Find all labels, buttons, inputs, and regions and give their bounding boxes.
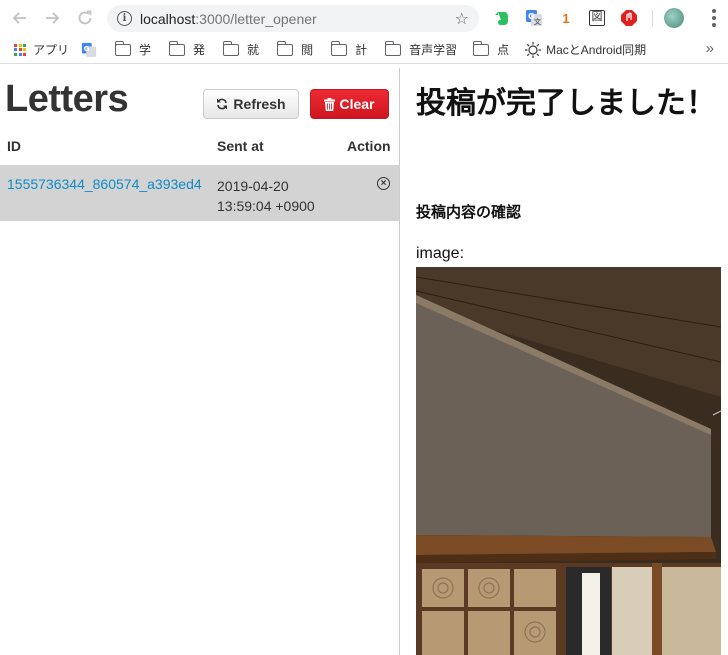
bookmark-apps[interactable]: アプリ — [8, 38, 75, 62]
bookmark-folder-3[interactable]: 就 — [217, 38, 265, 62]
browser-menu-icon[interactable] — [712, 9, 716, 27]
folder-icon — [222, 40, 240, 56]
letters-list-pane: Letters Refresh Clear ID Sent at Action … — [0, 68, 400, 655]
message-subheading: 投稿内容の確認 — [416, 203, 522, 221]
extension-zu-icon[interactable]: 図 — [587, 8, 607, 28]
folder-icon — [276, 40, 294, 56]
avatar[interactable] — [664, 8, 684, 28]
refresh-icon — [217, 98, 228, 110]
image-label: image: — [416, 245, 465, 262]
table-row[interactable]: 1555736344_860574_a393ed4 2019-04-20 13:… — [0, 165, 399, 221]
bookmark-mac-android[interactable]: MacとAndroid同期 — [519, 38, 652, 62]
message-heading: 投稿が完了しました！ — [416, 86, 716, 121]
clear-button[interactable]: Clear — [310, 89, 389, 119]
column-header-id: ID — [7, 138, 21, 154]
bookmark-folder-2[interactable]: 発 — [163, 38, 211, 62]
svg-text:G: G — [84, 43, 90, 52]
browser-toolbar: i localhost:3000/letter_opener ☆ G文 1 図 — [0, 0, 728, 36]
reload-icon — [78, 10, 92, 25]
bookmark-folder-4[interactable]: 閲 — [271, 38, 319, 62]
back-button[interactable] — [4, 2, 36, 34]
trash-icon — [324, 97, 336, 111]
refresh-button[interactable]: Refresh — [203, 89, 299, 119]
bookmarks-bar: アプリ G 学 発 就 閲 計 音声学習 点 MacとAndroid同期 » — [0, 36, 728, 64]
svg-text:文: 文 — [534, 17, 542, 26]
folder-icon — [168, 40, 186, 56]
bookmark-folder-7[interactable]: 点 — [467, 38, 515, 62]
forward-button[interactable] — [36, 2, 68, 34]
table-header: ID Sent at Action — [0, 138, 399, 165]
info-icon[interactable]: i — [117, 11, 132, 26]
bookmark-folder-1[interactable]: 学 — [109, 38, 157, 62]
bookmark-star-icon[interactable]: ☆ — [455, 9, 469, 29]
toolbar-divider — [652, 10, 653, 26]
column-header-sent-at: Sent at — [217, 138, 264, 154]
arrow-right-icon — [46, 12, 60, 24]
google-translate-icon: G — [81, 42, 97, 57]
evernote-icon[interactable] — [492, 8, 512, 28]
bookmark-folder-6[interactable]: 音声学習 — [379, 38, 463, 62]
folder-icon — [472, 40, 490, 56]
address-bar[interactable]: i localhost:3000/letter_opener ☆ — [107, 5, 479, 32]
folder-icon — [114, 40, 132, 56]
letter-preview-pane: 投稿が完了しました！ 投稿内容の確認 image: — [401, 68, 728, 655]
url-text: localhost:3000/letter_opener — [140, 10, 317, 27]
arrow-left-icon — [12, 12, 26, 24]
sun-icon — [525, 41, 542, 58]
apps-grid-icon — [14, 43, 26, 56]
page-title: Letters — [5, 78, 129, 120]
translate-icon[interactable]: G文 — [524, 8, 544, 28]
delete-letter-icon[interactable]: × — [377, 177, 390, 190]
page-content: Letters Refresh Clear ID Sent at Action … — [0, 68, 728, 655]
attached-photo — [416, 267, 721, 655]
adblock-icon[interactable] — [619, 8, 639, 28]
column-header-action: Action — [347, 138, 391, 154]
folder-icon — [384, 40, 402, 56]
reload-button[interactable] — [69, 2, 101, 34]
extension-counter[interactable]: 1 — [556, 8, 576, 28]
bookmark-folder-5[interactable]: 計 — [325, 38, 373, 62]
bookmarks-overflow-icon[interactable]: » — [706, 40, 714, 57]
bookmark-translate[interactable]: G — [75, 38, 103, 62]
sent-at-cell: 2019-04-20 13:59:04 +0900 — [217, 178, 315, 214]
letter-id-link[interactable]: 1555736344_860574_a393ed4 — [7, 176, 202, 192]
folder-icon — [330, 40, 348, 56]
